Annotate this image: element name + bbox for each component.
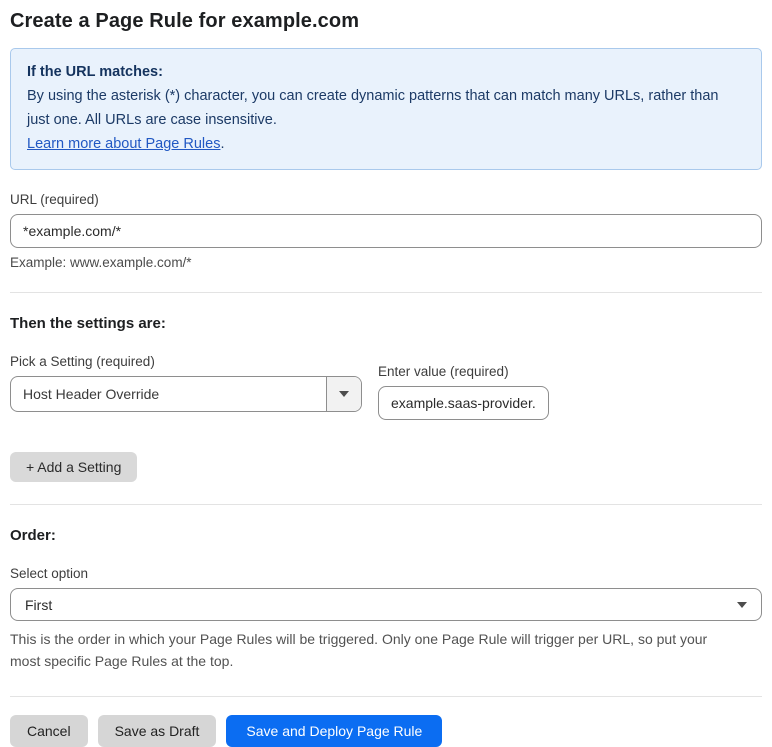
footer-actions: Cancel Save as Draft Save and Deploy Pag… — [10, 715, 762, 747]
setting-picker-column: Pick a Setting (required) Host Header Ov… — [10, 354, 362, 412]
settings-row: Pick a Setting (required) Host Header Ov… — [10, 354, 762, 420]
learn-more-link[interactable]: Learn more about Page Rules — [27, 136, 220, 152]
page-title: Create a Page Rule for example.com — [10, 10, 360, 32]
cancel-button[interactable]: Cancel — [10, 715, 88, 747]
url-match-info-box: If the URL matches: By using the asteris… — [10, 48, 762, 170]
setting-value-column: Enter value (required) — [378, 364, 549, 420]
chevron-down-icon — [339, 391, 349, 397]
url-field-label: URL (required) — [10, 192, 99, 207]
info-box-body: By using the asterisk (*) character, you… — [27, 88, 719, 128]
setting-dropdown-value: Host Header Override — [23, 386, 160, 402]
divider — [10, 292, 762, 293]
add-setting-button[interactable]: + Add a Setting — [10, 452, 138, 482]
divider — [10, 504, 762, 505]
divider — [10, 696, 762, 697]
order-select-value: First — [25, 596, 53, 613]
setting-dropdown[interactable]: Host Header Override — [10, 376, 362, 412]
order-section-heading: Order: — [10, 527, 56, 544]
info-box-link-line: Learn more about Page Rules. — [27, 132, 745, 156]
setting-value-label: Enter value (required) — [378, 364, 509, 379]
info-box-heading: If the URL matches: — [27, 64, 163, 80]
create-page-rule-form: Create a Page Rule for example.com If th… — [0, 0, 772, 747]
setting-value-input[interactable] — [378, 386, 549, 420]
save-as-draft-button[interactable]: Save as Draft — [97, 715, 217, 747]
save-and-deploy-button[interactable]: Save and Deploy Page Rule — [226, 715, 443, 747]
link-suffix: . — [220, 136, 225, 152]
url-input[interactable] — [10, 214, 762, 248]
chevron-down-icon — [737, 601, 747, 608]
setting-picker-label: Pick a Setting (required) — [10, 354, 155, 369]
order-select[interactable]: First — [10, 588, 762, 621]
settings-section-heading: Then the settings are: — [10, 315, 166, 332]
order-select-label: Select option — [10, 566, 89, 581]
url-example-hint: Example: www.example.com/* — [10, 255, 192, 270]
setting-dropdown-button[interactable] — [326, 377, 361, 411]
order-help-text: This is the order in which your Page Rul… — [10, 631, 708, 669]
